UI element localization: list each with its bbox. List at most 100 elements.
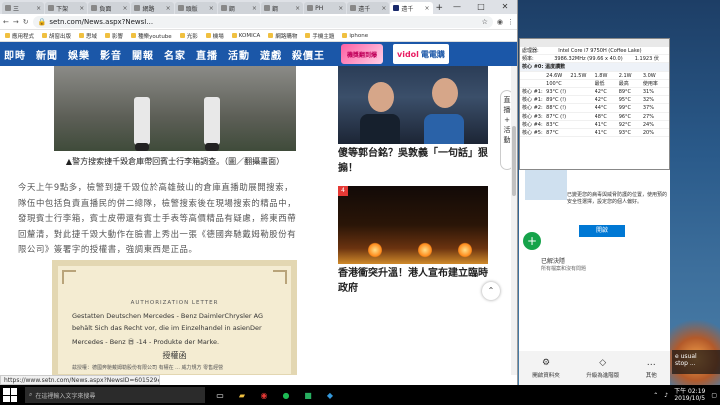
back-icon[interactable]: ←: [3, 18, 9, 26]
scroll-to-top-button[interactable]: ⌃: [482, 282, 500, 300]
folder-icon: [179, 33, 185, 38]
nav-item[interactable]: 直播: [196, 47, 218, 62]
lock-icon: 🔒: [37, 17, 47, 26]
hwinfo-row: 核心 #1: 93°C (!) 42°C 89°C 31%: [520, 88, 669, 97]
news-card[interactable]: 4 香港衝突升溫！港人宣布建立臨時政府: [338, 186, 488, 296]
bookmark-item[interactable]: 胡窗出版: [42, 32, 71, 40]
letter-heading: AUTHORIZATION LETTER: [130, 300, 219, 306]
close-tab-icon[interactable]: ×: [122, 5, 127, 12]
tab-5[interactable]: 鋼 ×: [217, 2, 260, 14]
security-app-window: 已變更您的病毒與威脅防護的位置，使用預的安全性選擇，設定您的個人偏好。 開啟 +…: [519, 170, 670, 385]
nav-item[interactable]: 殺價王: [292, 47, 325, 62]
favicon-icon: [91, 5, 98, 11]
bookmark-item[interactable]: 種樂youtube: [131, 32, 172, 40]
bookmark-item[interactable]: 光影: [179, 32, 198, 40]
star-icon[interactable]: ☆: [482, 18, 488, 26]
photo-figure: [135, 143, 149, 151]
tab-8[interactable]: 遠千 ×: [347, 2, 390, 14]
tab-7[interactable]: PH ×: [304, 2, 347, 14]
favicon-icon: [263, 5, 270, 11]
tab-6[interactable]: 鋼 ×: [260, 2, 304, 14]
add-icon[interactable]: +: [523, 232, 541, 250]
tab-active[interactable]: 遠千 ×: [390, 2, 433, 14]
toast-notification[interactable]: e usual stop ...: [672, 350, 720, 374]
hwinfo-row: 頻率: 3986.32MHz (99.66 x 40.0) 1.1923 伏: [520, 55, 669, 64]
spotify-icon[interactable]: ●: [279, 388, 293, 402]
windows-start-icon[interactable]: [3, 388, 17, 402]
photo-figure: [134, 97, 150, 145]
photo-flame: [368, 242, 382, 258]
menu-icon[interactable]: ⋮: [507, 18, 514, 26]
close-tab-icon[interactable]: ×: [425, 5, 430, 12]
site-nav: 即時 新聞 娛樂 影音 關報 名家 直播 活動 遊戲 殺價王 機獎翻到爆 vid…: [0, 42, 517, 66]
news-card[interactable]: 傻等郭台銘？吳敦義「一句話」狠搧！: [338, 66, 488, 176]
resolved-text: 已解決隱: [541, 258, 566, 265]
task-view-icon[interactable]: ▭: [213, 388, 227, 402]
app-icon[interactable]: ◆: [323, 388, 337, 402]
new-tab-button[interactable]: +: [434, 2, 445, 14]
nav-item[interactable]: 新聞: [36, 47, 58, 62]
hwinfo-row: 核心 #3: 87°C (!) 48°C 96°C 27%: [520, 113, 669, 121]
taskbar-search[interactable]: ⌕ 在這裡輸入文字來搜尋: [25, 387, 205, 403]
address-bar[interactable]: 🔒 setn.com/News.aspx?NewsI... ☆: [32, 15, 493, 28]
volume-icon[interactable]: ♪: [664, 392, 668, 399]
bookmark-item[interactable]: 應用程式: [5, 32, 34, 40]
security-bottom-bar: ⚙ 開啟資料夾 ◇ 升級為進階版 … 其他: [519, 351, 670, 385]
bookmark-item[interactable]: 機場: [205, 32, 224, 40]
folder-icon: [305, 33, 311, 38]
minimize-button[interactable]: —: [445, 0, 469, 14]
close-tab-icon[interactable]: ×: [79, 5, 84, 12]
close-button[interactable]: ✕: [493, 0, 517, 14]
close-tab-icon[interactable]: ×: [381, 5, 386, 12]
forward-icon[interactable]: →: [13, 18, 19, 26]
more-button[interactable]: … 其他: [646, 358, 657, 379]
clock[interactable]: 下午 02:19 2019/10/5: [674, 388, 705, 402]
tab-4[interactable]: 頭版 ×: [174, 2, 217, 14]
bookmark-item[interactable]: iphone: [342, 33, 368, 39]
line-icon[interactable]: ■: [301, 388, 315, 402]
tab-2[interactable]: 負面 ×: [88, 2, 131, 14]
extension-icon[interactable]: ◉: [497, 18, 503, 26]
nav-item[interactable]: 娛樂: [68, 47, 90, 62]
open-button[interactable]: 開啟: [579, 225, 625, 237]
tab-1[interactable]: 下架 ×: [45, 2, 88, 14]
tab-0[interactable]: 三 ×: [2, 2, 45, 14]
open-folder-button[interactable]: ⚙ 開啟資料夾: [532, 358, 560, 379]
scrollbar-thumb[interactable]: [512, 126, 516, 196]
news-card-title[interactable]: 傻等郭台銘？吳敦義「一句話」狠搧！: [338, 146, 488, 176]
reload-icon[interactable]: ↻: [23, 18, 29, 26]
close-tab-icon[interactable]: ×: [209, 5, 214, 12]
news-card-title[interactable]: 香港衝突升溫！港人宣布建立臨時政府: [338, 266, 488, 296]
nav-item[interactable]: 關報: [132, 47, 154, 62]
notification-icon[interactable]: ▢: [711, 392, 717, 399]
nav-item[interactable]: 即時: [4, 47, 26, 62]
nav-item[interactable]: 活動: [228, 47, 250, 62]
chrome-icon[interactable]: ◉: [257, 388, 271, 402]
nav-item[interactable]: 遊戲: [260, 47, 282, 62]
browser-toolbar: ← → ↻ 🔒 setn.com/News.aspx?NewsI... ☆ ◉ …: [0, 14, 517, 30]
promo-banner[interactable]: 機獎翻到爆: [341, 44, 383, 64]
nav-item[interactable]: 名家: [164, 47, 186, 62]
bookmark-item[interactable]: 網路購物: [268, 32, 297, 40]
close-tab-icon[interactable]: ×: [338, 5, 343, 12]
tab-3[interactable]: 網路 ×: [131, 2, 174, 14]
security-message: 已變更您的病毒與威脅防護的位置，使用預的安全性選擇，設定您的個人偏好。: [567, 192, 668, 205]
upgrade-button[interactable]: ◇ 升級為進階版: [586, 358, 619, 379]
file-explorer-icon[interactable]: ▰: [235, 388, 249, 402]
close-tab-icon[interactable]: ×: [252, 5, 257, 12]
scrollbar[interactable]: [511, 66, 517, 375]
close-tab-icon[interactable]: ×: [166, 5, 171, 12]
bookmark-item[interactable]: 思域: [79, 32, 97, 40]
bookmark-item[interactable]: 影響: [105, 32, 123, 40]
maximize-button[interactable]: □: [469, 0, 493, 14]
system-tray: ⌃ ♪ 下午 02:19 2019/10/5 ▢: [653, 388, 717, 402]
tab-strip: 三 × 下架 × 負面 × 網路 × 頭版 × 鋼 × 鋼 × PH × 遠千 × 遠千 × + —…: [0, 0, 517, 14]
vidol-promo[interactable]: vidol 電電購: [393, 44, 449, 64]
bookmark-item[interactable]: KOMICA: [231, 33, 260, 39]
bookmark-item[interactable]: 手機主題: [305, 32, 334, 40]
nav-item[interactable]: 影音: [100, 47, 122, 62]
close-tab-icon[interactable]: ×: [295, 5, 300, 12]
close-tab-icon[interactable]: ×: [36, 5, 41, 12]
hardware-monitor-window: 處理器: Intel Core i7 9750H (Coffee Lake) 頻率…: [519, 38, 670, 170]
network-icon[interactable]: ⌃: [653, 392, 658, 399]
